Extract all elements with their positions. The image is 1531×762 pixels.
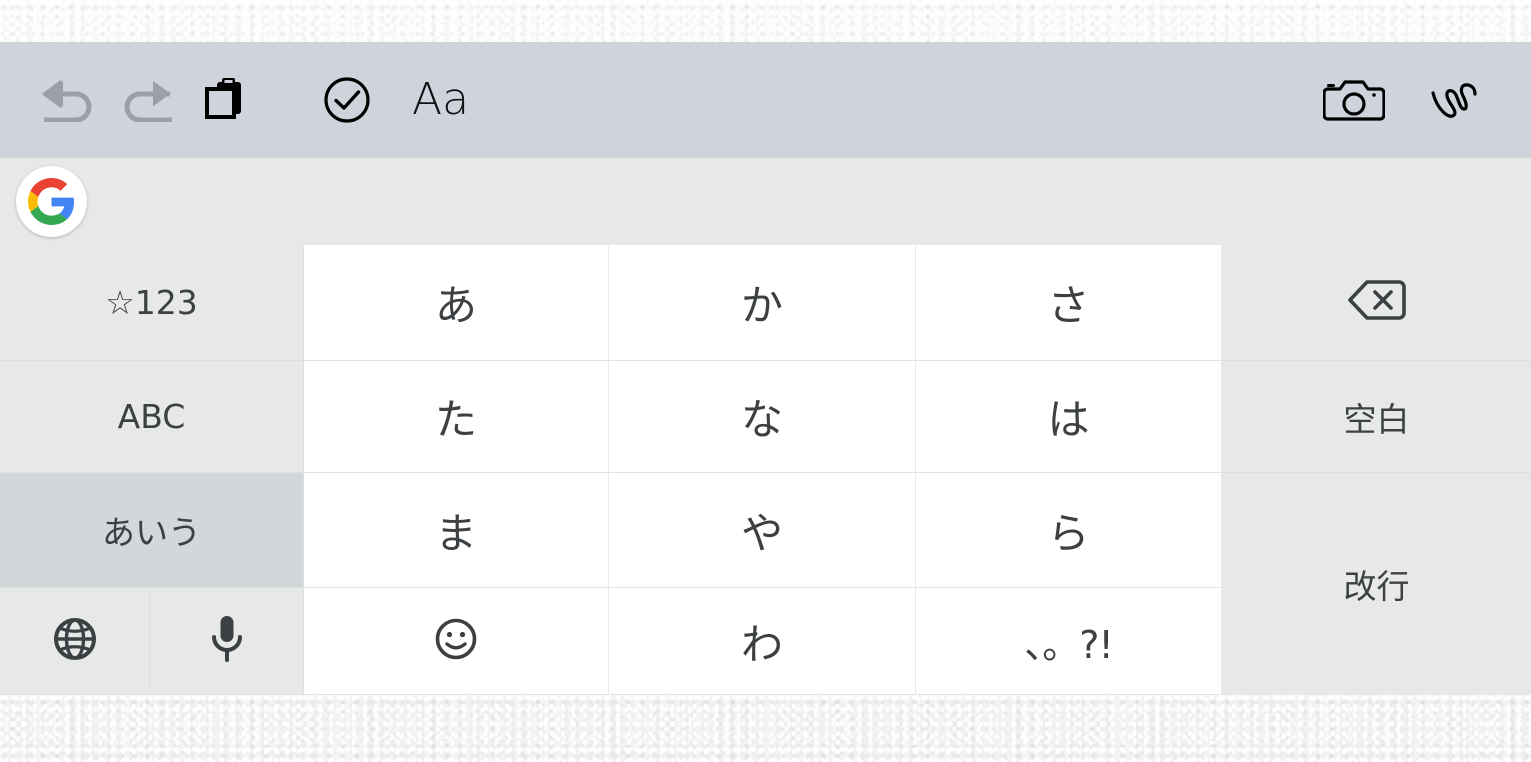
- key-ra-row[interactable]: ら: [916, 473, 1222, 588]
- key-ka-row-label: か: [740, 281, 783, 330]
- camera-icon: [1323, 76, 1385, 124]
- key-symbols-label: ☆123: [105, 283, 198, 322]
- key-wa-row-label: わ: [740, 619, 783, 669]
- backspace-icon: [1347, 278, 1407, 327]
- key-ra-row-label: ら: [1047, 508, 1090, 558]
- google-logo[interactable]: [16, 166, 87, 237]
- paper-texture-top: [0, 0, 1531, 42]
- editor-toolbar: Aa: [0, 42, 1531, 158]
- key-kana-label: あいう: [102, 513, 201, 552]
- key-enter-label: 改行: [1343, 567, 1410, 606]
- undo-icon: [40, 78, 98, 122]
- key-ka-row[interactable]: か: [609, 245, 916, 361]
- key-sa-row[interactable]: さ: [916, 245, 1222, 361]
- microphone-icon: [207, 613, 247, 670]
- key-ta-row-label: た: [434, 395, 477, 444]
- toolbar-left-group: Aa: [0, 58, 469, 142]
- key-voice-input[interactable]: [150, 588, 304, 695]
- key-punctuation-label: 、。?!: [1024, 622, 1113, 667]
- check-button[interactable]: [308, 58, 386, 142]
- smiley-icon: [433, 616, 479, 667]
- redo-icon: [118, 78, 176, 122]
- key-kana[interactable]: あいう: [0, 473, 304, 588]
- key-a-row[interactable]: あ: [304, 245, 609, 361]
- key-symbols[interactable]: ☆123: [0, 245, 304, 361]
- key-ha-row[interactable]: は: [916, 361, 1222, 473]
- key-space[interactable]: 空白: [1222, 361, 1531, 473]
- key-sa-row-label: さ: [1047, 281, 1090, 330]
- key-ya-row[interactable]: や: [609, 473, 916, 588]
- key-na-row-label: な: [740, 395, 783, 444]
- globe-icon: [52, 616, 98, 667]
- keyboard-screen: Aa ☆123 ABC あいう あ か さ た な は ま や ら わ 、。?!…: [0, 0, 1531, 762]
- text-format-button[interactable]: Aa: [412, 58, 469, 142]
- key-na-row[interactable]: な: [609, 361, 916, 473]
- text-format-icon: Aa: [412, 74, 470, 125]
- google-g-icon: [28, 178, 75, 225]
- toolbar-right-group: [1315, 58, 1531, 142]
- key-ma-row[interactable]: ま: [304, 473, 609, 588]
- key-enter[interactable]: 改行: [1222, 473, 1531, 695]
- handwriting-button[interactable]: [1417, 58, 1495, 142]
- key-ta-row[interactable]: た: [304, 361, 609, 473]
- undo-button[interactable]: [30, 58, 108, 142]
- clipboard-button[interactable]: [186, 58, 264, 142]
- key-backspace[interactable]: [1222, 245, 1531, 361]
- key-a-row-label: あ: [434, 281, 477, 330]
- key-wa-row[interactable]: わ: [609, 588, 916, 695]
- key-space-label: 空白: [1343, 399, 1410, 439]
- check-circle-icon: [322, 75, 372, 125]
- key-ya-row-label: や: [740, 508, 783, 558]
- japanese-keyboard: ☆123 ABC あいう あ か さ た な は ま や ら わ 、。?! 空白…: [0, 245, 1531, 695]
- suggestion-bar: [0, 158, 1531, 245]
- key-alphabet-label: ABC: [117, 397, 186, 436]
- key-language-switch[interactable]: [0, 588, 150, 695]
- key-punctuation[interactable]: 、。?!: [916, 588, 1222, 695]
- key-emoji[interactable]: [304, 588, 609, 695]
- key-alphabet[interactable]: ABC: [0, 361, 304, 473]
- camera-button[interactable]: [1315, 58, 1393, 142]
- paper-texture-bottom: [0, 695, 1531, 762]
- scribble-icon: [1427, 76, 1485, 124]
- key-ma-row-label: ま: [434, 508, 477, 558]
- redo-button[interactable]: [108, 58, 186, 142]
- clipboard-icon: [200, 75, 250, 125]
- key-ha-row-label: は: [1047, 395, 1090, 444]
